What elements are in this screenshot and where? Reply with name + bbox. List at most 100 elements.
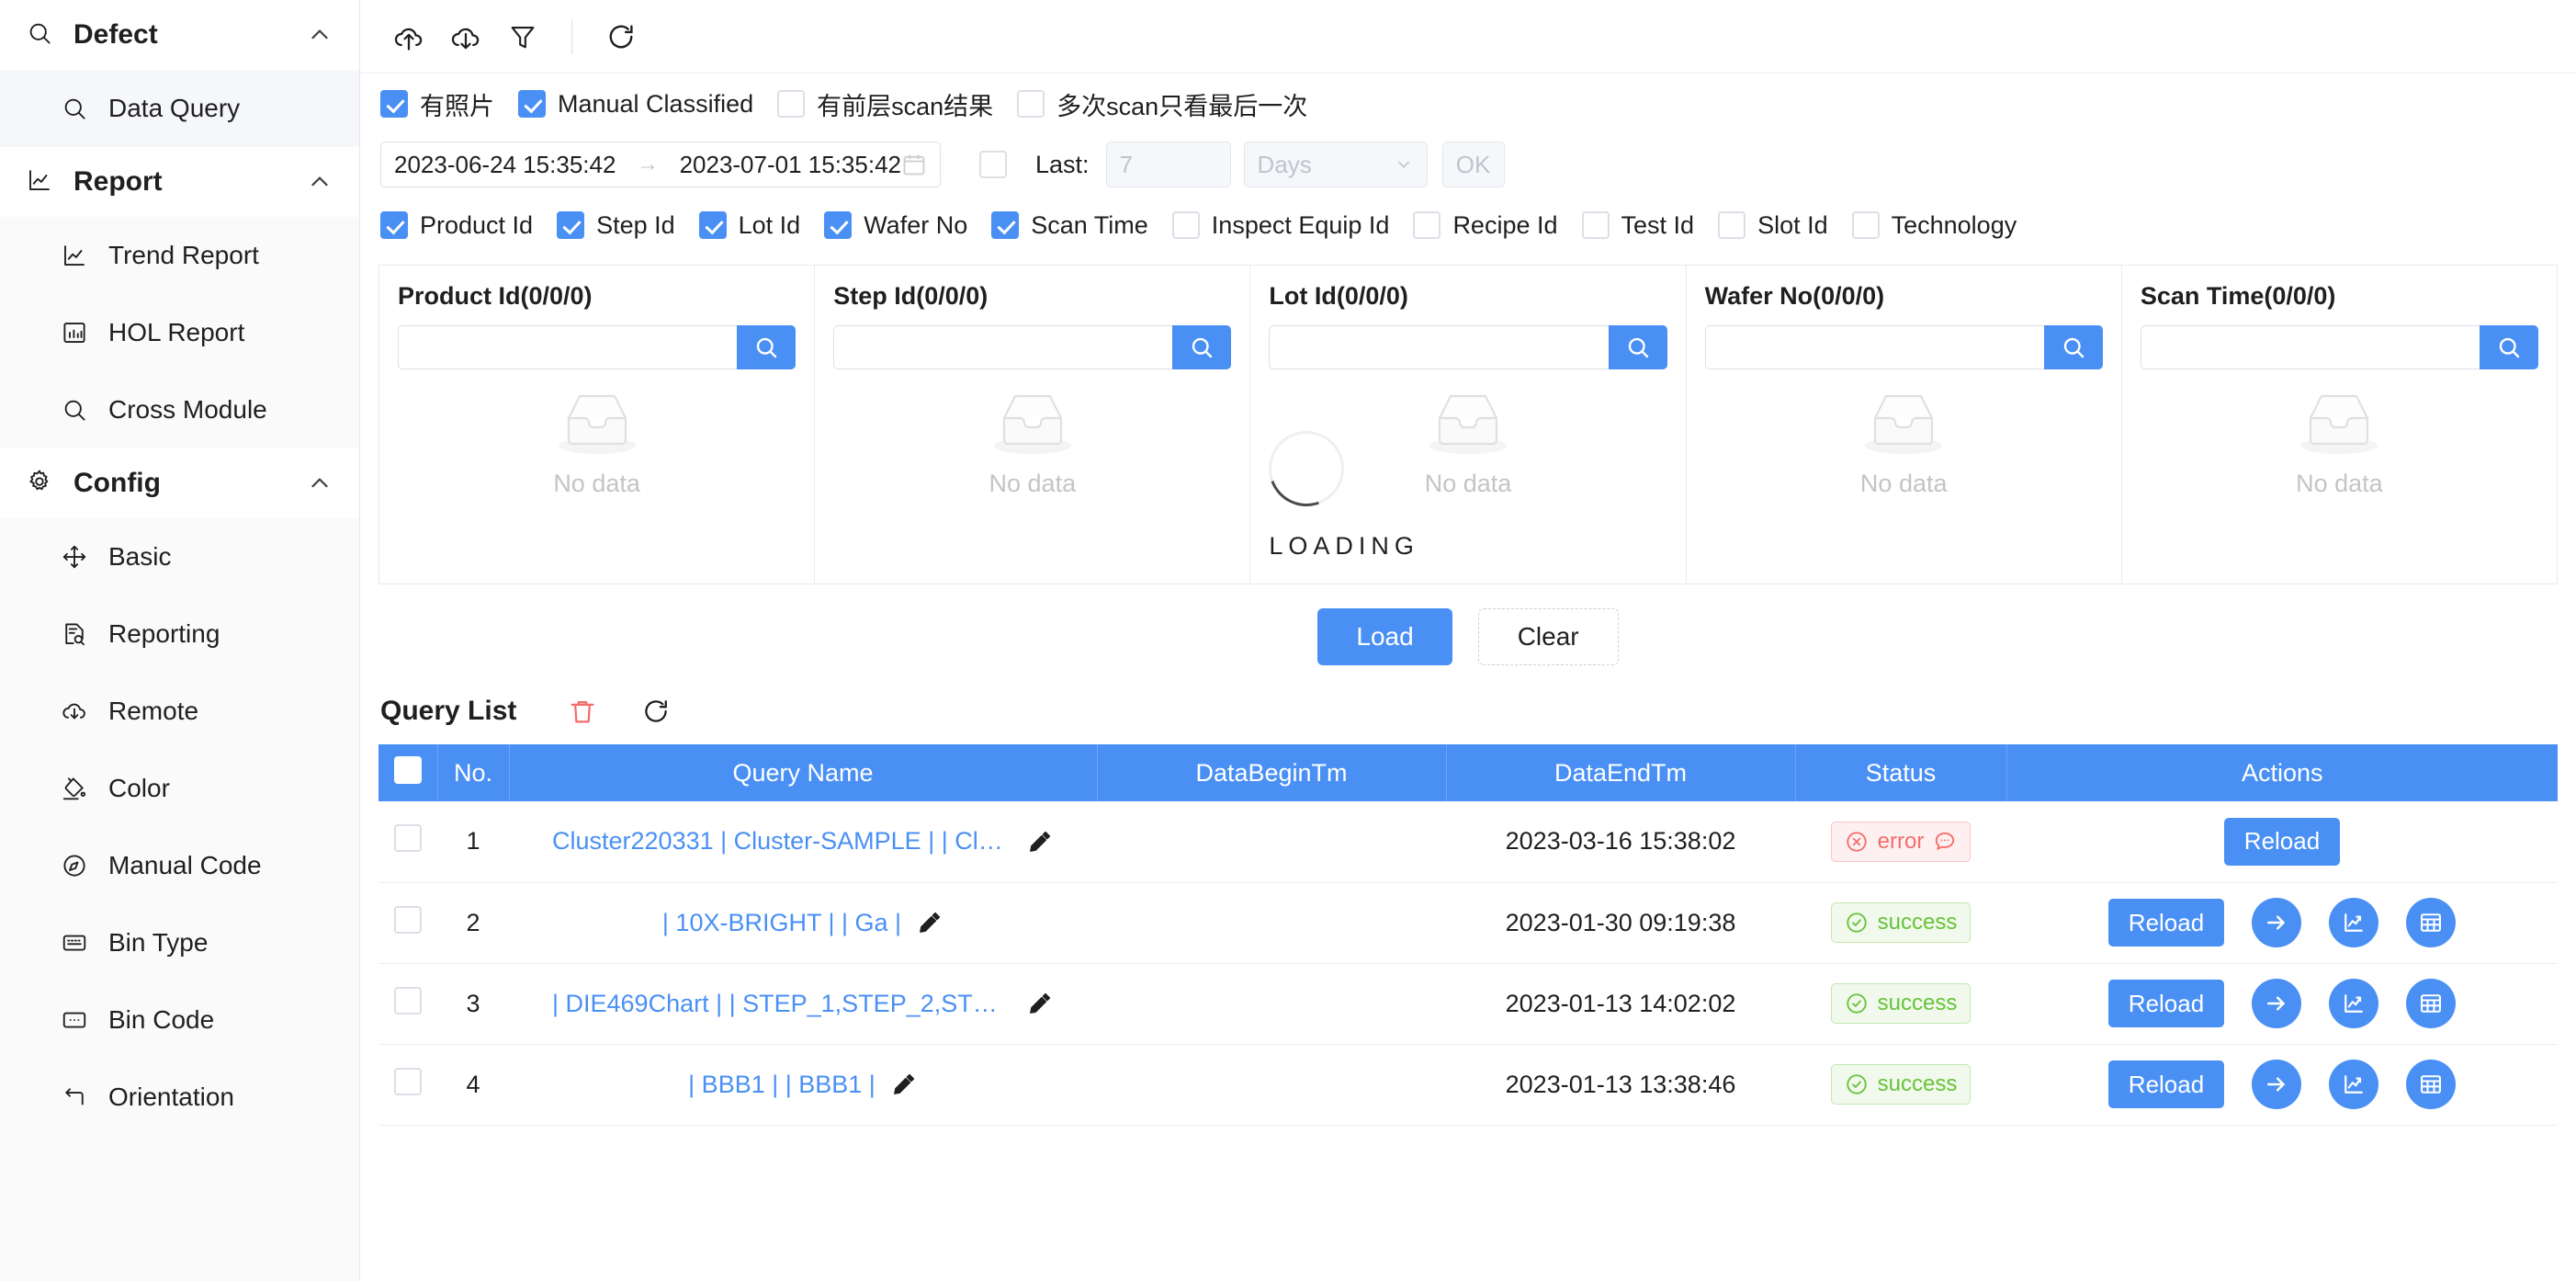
reload-button[interactable]: Reload [2107, 980, 2225, 1027]
status-badge[interactable]: success [1830, 1064, 1972, 1105]
checkbox-box[interactable] [698, 211, 727, 239]
last-checkbox-box[interactable] [979, 151, 1007, 178]
checkbox-slot-id[interactable]: Slot Id [1718, 211, 1828, 240]
status-badge[interactable]: error [1830, 821, 1972, 862]
sidebar-item-bin-code[interactable]: Bin Code [0, 981, 359, 1059]
query-name-link[interactable]: | 10X-BRIGHT | | Ga | [662, 909, 901, 937]
sidebar-item-cross-module[interactable]: Cross Module [0, 371, 359, 448]
run-query-button[interactable] [2252, 1060, 2302, 1109]
checkbox-box[interactable] [1581, 211, 1610, 239]
checkbox-box[interactable] [380, 211, 408, 239]
row-checkbox[interactable] [394, 986, 422, 1015]
sidebar-item-orientation[interactable]: Orientation [0, 1059, 359, 1136]
edit-pencil-icon[interactable] [890, 1071, 918, 1098]
calendar-icon[interactable] [901, 152, 927, 177]
date-end-value[interactable]: 2023-07-01 15:35:42 [680, 151, 901, 179]
open-chart-button[interactable] [2329, 1060, 2379, 1109]
checkbox-多次scan只看最后一次[interactable]: 多次scan只看最后一次 [1017, 86, 1307, 122]
reload-button[interactable]: Reload [2107, 899, 2225, 947]
query-name-link[interactable]: | DIE469Chart | | STEP_1,STEP_2,STEP_3 | [552, 990, 1011, 1018]
query-name-link[interactable]: | BBB1 | | BBB1 | [688, 1071, 876, 1099]
checkbox-box[interactable] [557, 211, 585, 239]
open-chart-button[interactable] [2329, 898, 2379, 947]
refresh-icon[interactable] [593, 10, 650, 63]
cloud-download-icon[interactable] [437, 10, 494, 63]
checkbox-box[interactable] [777, 90, 806, 118]
checkbox-wafer-no[interactable]: Wafer No [824, 211, 967, 240]
sidebar-item-reporting[interactable]: Reporting [0, 595, 359, 673]
panel-search-input[interactable] [1704, 325, 2044, 369]
open-table-button[interactable] [2406, 979, 2457, 1028]
checkbox-inspect-equip-id[interactable]: Inspect Equip Id [1171, 211, 1389, 240]
checkbox-box[interactable] [1017, 90, 1045, 118]
panel-search-button[interactable] [1608, 325, 1667, 369]
checkbox-technology[interactable]: Technology [1851, 211, 2017, 240]
panel-search-input[interactable] [1269, 325, 1609, 369]
run-query-button[interactable] [2252, 898, 2302, 947]
panel-search-button[interactable] [1172, 325, 1232, 369]
checkbox-recipe-id[interactable]: Recipe Id [1413, 211, 1558, 240]
row-select-cell[interactable] [378, 963, 437, 1045]
row-checkbox[interactable] [394, 905, 422, 934]
row-checkbox[interactable] [394, 824, 422, 853]
edit-pencil-icon[interactable] [1026, 990, 1054, 1017]
clear-button[interactable]: Clear [1477, 608, 1619, 665]
checkbox-box[interactable] [518, 90, 546, 118]
panel-search-button[interactable] [2480, 325, 2539, 369]
query-list-refresh-icon[interactable] [636, 691, 676, 731]
last-value-input[interactable]: 7 [1105, 142, 1231, 187]
status-badge[interactable]: success [1830, 902, 1972, 943]
checkbox-test-id[interactable]: Test Id [1581, 211, 1694, 240]
checkbox-box[interactable] [824, 211, 853, 239]
checkbox-manual-classified[interactable]: Manual Classified [518, 90, 753, 119]
sidebar-item-data-query[interactable]: Data Query [0, 70, 359, 147]
checkbox-有照片[interactable]: 有照片 [380, 86, 494, 122]
date-range-picker[interactable]: 2023-06-24 15:35:42 → 2023-07-01 15:35:4… [380, 142, 941, 187]
last-checkbox[interactable] [979, 151, 1019, 178]
panel-search-button[interactable] [737, 325, 797, 369]
row-select-cell[interactable] [378, 801, 437, 883]
checkbox-step-id[interactable]: Step Id [557, 211, 675, 240]
date-start-value[interactable]: 2023-06-24 15:35:42 [394, 151, 616, 179]
cloud-upload-icon[interactable] [380, 10, 437, 63]
checkbox-box[interactable] [1718, 211, 1746, 239]
sidebar-item-color[interactable]: Color [0, 750, 359, 827]
last-unit-select[interactable]: Days [1243, 142, 1428, 187]
nav-group-report[interactable]: Report [0, 147, 359, 217]
checkbox-box[interactable] [1171, 211, 1200, 239]
run-query-button[interactable] [2252, 979, 2302, 1028]
row-checkbox[interactable] [394, 1067, 422, 1095]
open-table-button[interactable] [2406, 1060, 2457, 1109]
trash-icon[interactable] [562, 691, 603, 731]
edit-pencil-icon[interactable] [916, 909, 943, 936]
reload-button[interactable]: Reload [2223, 817, 2341, 866]
row-select-cell[interactable] [378, 1044, 437, 1126]
status-badge[interactable]: success [1830, 983, 1972, 1024]
checkbox-有前层scan结果[interactable]: 有前层scan结果 [777, 86, 993, 122]
open-chart-button[interactable] [2329, 979, 2379, 1028]
sidebar-item-remote[interactable]: Remote [0, 673, 359, 750]
select-all-checkbox[interactable] [393, 755, 422, 784]
checkbox-scan-time[interactable]: Scan Time [991, 211, 1148, 240]
sidebar-item-trend-report[interactable]: Trend Report [0, 217, 359, 294]
reload-button[interactable]: Reload [2107, 1060, 2225, 1108]
filter-icon[interactable] [494, 10, 551, 63]
sidebar-item-hol-report[interactable]: HOL Report [0, 294, 359, 371]
nav-group-defect[interactable]: Defect [0, 0, 359, 70]
row-select-cell[interactable] [378, 882, 437, 964]
checkbox-box[interactable] [1851, 211, 1880, 239]
checkbox-product-id[interactable]: Product Id [380, 211, 533, 240]
nav-group-config[interactable]: Config [0, 448, 359, 518]
sidebar-item-basic[interactable]: Basic [0, 518, 359, 595]
checkbox-box[interactable] [991, 211, 1020, 239]
checkbox-box[interactable] [380, 90, 408, 118]
checkbox-box[interactable] [1413, 211, 1441, 239]
sidebar-item-manual-code[interactable]: Manual Code [0, 827, 359, 904]
open-table-button[interactable] [2406, 898, 2457, 947]
panel-search-input[interactable] [2140, 325, 2480, 369]
load-button[interactable]: Load [1317, 608, 1452, 665]
query-name-link[interactable]: Cluster220331 | Cluster-SAMPLE | | Clus.… [552, 827, 1011, 856]
panel-search-input[interactable] [398, 325, 738, 369]
sidebar-item-bin-type[interactable]: Bin Type [0, 904, 359, 981]
select-all-header[interactable] [378, 744, 438, 801]
